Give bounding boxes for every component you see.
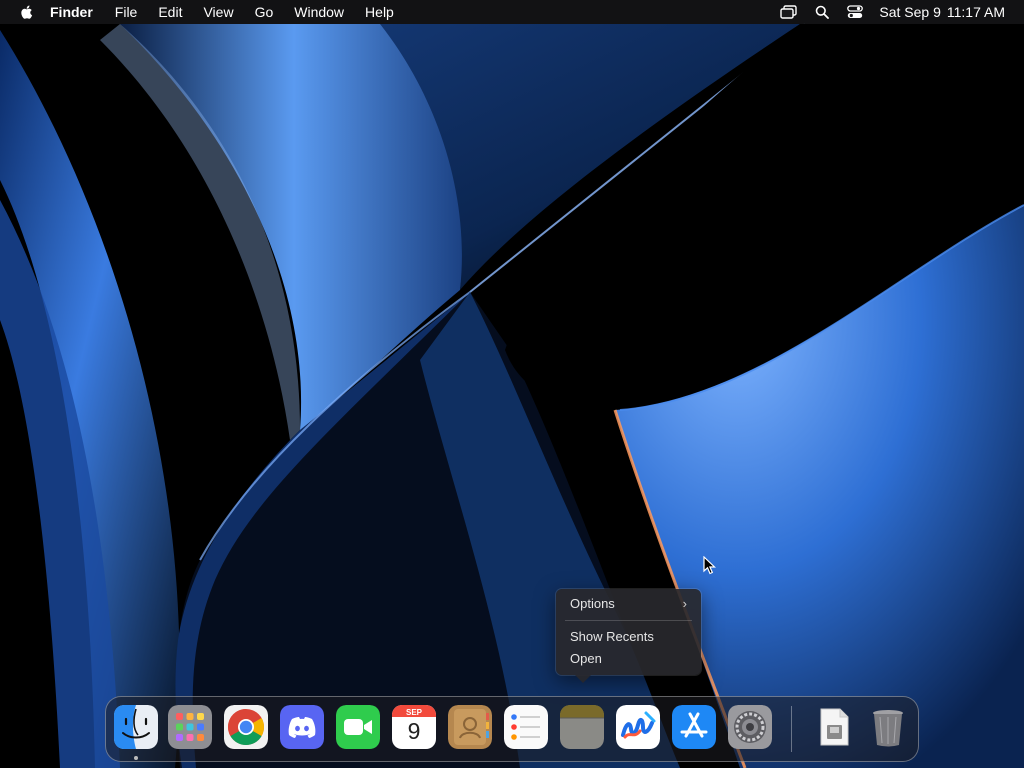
notes-icon[interactable] (560, 705, 604, 749)
calendar-icon[interactable]: SEP 9 (392, 705, 436, 749)
menu-bar: Finder File Edit View Go Window Help Sat… (0, 0, 1024, 24)
running-indicator (134, 756, 138, 760)
freeform-icon[interactable] (616, 705, 660, 749)
facetime-icon[interactable] (336, 705, 380, 749)
discord-icon[interactable] (280, 705, 324, 749)
calendar-day: 9 (407, 718, 421, 744)
dock-separator (791, 706, 792, 752)
context-menu-item-show-recents[interactable]: Show Recents (570, 628, 654, 646)
menu-go[interactable]: Go (255, 0, 274, 24)
clock-date: Sat Sep 9 (879, 4, 941, 20)
menu-window[interactable]: Window (294, 0, 344, 24)
finder-icon[interactable] (114, 705, 158, 749)
file-stack-icon[interactable] (812, 705, 856, 749)
menu-edit[interactable]: Edit (158, 0, 182, 24)
context-menu-separator (565, 620, 692, 621)
apple-menu-icon[interactable] (18, 3, 36, 21)
chrome-icon[interactable] (224, 705, 268, 749)
menu-bar-clock[interactable]: Sat Sep 9 11:17 AM (879, 4, 1005, 20)
dock-context-menu: Options › Show Recents Open (556, 589, 701, 683)
reminders-icon[interactable] (504, 705, 548, 749)
desktop-wallpaper (0, 0, 1024, 768)
search-icon[interactable] (813, 4, 831, 20)
launchpad-icon[interactable] (168, 705, 212, 749)
control-center-icon[interactable] (846, 4, 864, 20)
context-menu-item-options[interactable]: Options (570, 595, 615, 613)
menu-app-name[interactable]: Finder (50, 0, 93, 24)
contacts-icon[interactable] (448, 705, 492, 749)
chevron-right-icon: › (682, 596, 687, 611)
mouse-cursor-icon (703, 556, 716, 575)
trash-icon[interactable] (866, 705, 910, 749)
context-menu-pointer (575, 675, 591, 683)
menu-file[interactable]: File (115, 0, 138, 24)
app-store-icon[interactable] (672, 705, 716, 749)
context-menu-item-open[interactable]: Open (570, 650, 602, 668)
system-settings-icon[interactable] (728, 705, 772, 749)
dock: SEP 9 (105, 696, 919, 762)
screen-mirroring-icon[interactable] (780, 4, 798, 20)
menu-view[interactable]: View (203, 0, 233, 24)
clock-time: 11:17 AM (946, 4, 1005, 20)
menu-help[interactable]: Help (365, 0, 394, 24)
calendar-month: SEP (405, 708, 422, 717)
